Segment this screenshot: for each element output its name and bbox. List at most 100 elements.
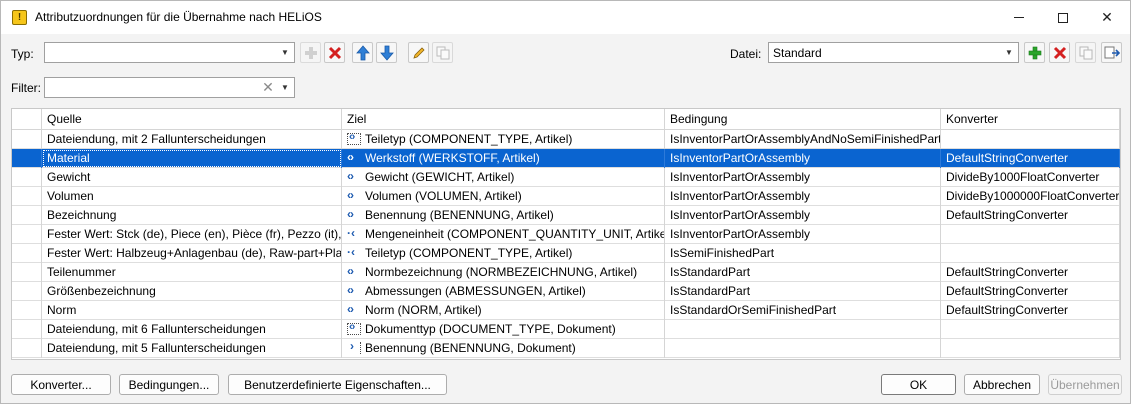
- cell-ziel[interactable]: Werkstoff (WERKSTOFF, Artikel): [342, 149, 665, 168]
- cell-ziel[interactable]: Volumen (VOLUMEN, Artikel): [342, 187, 665, 206]
- table-row[interactable]: Gewicht Gewicht (GEWICHT, Artikel) IsInven…: [12, 168, 1120, 187]
- table-row[interactable]: Fester Wert: Halbzeug+Anlagenbau (de), R…: [12, 244, 1120, 263]
- ok-button[interactable]: OK: [881, 374, 956, 395]
- column-header-quelle[interactable]: Quelle: [42, 109, 342, 130]
- cell-ziel[interactable]: Teiletyp (COMPONENT_TYPE, Artikel): [342, 130, 665, 149]
- cell-konverter[interactable]: [941, 320, 1120, 339]
- row-header-cell[interactable]: [12, 263, 42, 282]
- table-row[interactable]: Teilenummer Normbezeichnung (NORMBEZEICHN…: [12, 263, 1120, 282]
- chevron-down-icon[interactable]: ▼: [278, 80, 292, 95]
- minimize-button[interactable]: [996, 1, 1042, 34]
- table-row[interactable]: Dateiendung, mit 5 Fallunterscheidungen B…: [12, 339, 1120, 358]
- row-header-cell[interactable]: [12, 301, 42, 320]
- cell-bedingung[interactable]: IsStandardOrSemiFinishedPart: [665, 301, 941, 320]
- konverter-button[interactable]: Konverter...: [11, 374, 111, 395]
- column-header-bedingung[interactable]: Bedingung: [665, 109, 941, 130]
- cell-konverter[interactable]: DefaultStringConverter: [941, 282, 1120, 301]
- cell-bedingung[interactable]: [665, 320, 941, 339]
- cell-quelle[interactable]: Teilenummer: [42, 263, 342, 282]
- row-header-cell[interactable]: [12, 130, 42, 149]
- cell-ziel[interactable]: Abmessungen (ABMESSUNGEN, Artikel): [342, 282, 665, 301]
- datei-add-button[interactable]: [1024, 42, 1045, 63]
- cell-quelle[interactable]: Norm: [42, 301, 342, 320]
- delete-button[interactable]: [324, 42, 345, 63]
- cell-bedingung[interactable]: IsStandardPart: [665, 282, 941, 301]
- row-header-cell[interactable]: [12, 282, 42, 301]
- datei-delete-button[interactable]: [1049, 42, 1070, 63]
- cell-bedingung[interactable]: IsStandardPart: [665, 263, 941, 282]
- cell-quelle[interactable]: Dateiendung, mit 6 Fallunterscheidungen: [42, 320, 342, 339]
- column-header-konverter[interactable]: Konverter: [941, 109, 1120, 130]
- chevron-down-icon[interactable]: ▼: [1002, 45, 1016, 60]
- cell-konverter[interactable]: DivideBy1000FloatConverter: [941, 168, 1120, 187]
- table-row[interactable]: Norm Norm (NORM, Artikel) IsStandardOrSemi…: [12, 301, 1120, 320]
- cell-konverter[interactable]: [941, 244, 1120, 263]
- table-row[interactable]: Größenbezeichnung Abmessungen (ABMESSUNGE…: [12, 282, 1120, 301]
- cell-bedingung[interactable]: IsInventorPartOrAssembly: [665, 187, 941, 206]
- cell-quelle[interactable]: Dateiendung, mit 2 Fallunterscheidungen: [42, 130, 342, 149]
- datei-combobox[interactable]: Standard ▼: [768, 42, 1019, 63]
- cell-quelle[interactable]: Gewicht: [42, 168, 342, 187]
- table-row[interactable]: Dateiendung, mit 2 Fallunterscheidungen T…: [12, 130, 1120, 149]
- close-button[interactable]: ✕: [1084, 1, 1130, 34]
- add-button[interactable]: [300, 42, 321, 63]
- edit-button[interactable]: [408, 42, 429, 63]
- table-row[interactable]: Volumen Volumen (VOLUMEN, Artikel) IsInven…: [12, 187, 1120, 206]
- custom-properties-button[interactable]: Benutzerdefinierte Eigenschaften...: [228, 374, 447, 395]
- row-header-cell[interactable]: [12, 339, 42, 358]
- table-row[interactable]: Fester Wert: Stck (de), Piece (en), Pièc…: [12, 225, 1120, 244]
- cell-ziel[interactable]: Teiletyp (COMPONENT_TYPE, Artikel): [342, 244, 665, 263]
- cell-bedingung[interactable]: IsInventorPartOrAssemblyAndNoSemiFinishe…: [665, 130, 941, 149]
- typ-combobox[interactable]: ▼: [44, 42, 295, 63]
- row-header-cell[interactable]: [12, 320, 42, 339]
- cell-konverter[interactable]: [941, 225, 1120, 244]
- cell-bedingung[interactable]: IsInventorPartOrAssembly: [665, 168, 941, 187]
- cell-quelle[interactable]: Volumen: [42, 187, 342, 206]
- cancel-button[interactable]: Abbrechen: [964, 374, 1040, 395]
- cell-quelle[interactable]: Dateiendung, mit 5 Fallunterscheidungen: [42, 339, 342, 358]
- datei-copy-button[interactable]: [1075, 42, 1096, 63]
- copy-button[interactable]: [432, 42, 453, 63]
- cell-quelle[interactable]: Bezeichnung: [42, 206, 342, 225]
- cell-ziel[interactable]: Benennung (BENENNUNG, Dokument): [342, 339, 665, 358]
- chevron-down-icon[interactable]: ▼: [278, 45, 292, 60]
- table-row[interactable]: Material Werkstoff (WERKSTOFF, Artikel) Is…: [12, 149, 1120, 168]
- move-up-button[interactable]: [352, 42, 373, 63]
- cell-bedingung[interactable]: IsInventorPartOrAssembly: [665, 225, 941, 244]
- table-row[interactable]: Bezeichnung Benennung (BENENNUNG, Artikel…: [12, 206, 1120, 225]
- datei-export-button[interactable]: [1101, 42, 1122, 63]
- cell-konverter[interactable]: DefaultStringConverter: [941, 263, 1120, 282]
- cell-bedingung[interactable]: IsInventorPartOrAssembly: [665, 206, 941, 225]
- cell-quelle[interactable]: Größenbezeichnung: [42, 282, 342, 301]
- cell-ziel[interactable]: Gewicht (GEWICHT, Artikel): [342, 168, 665, 187]
- table-row[interactable]: Dateiendung, mit 6 Fallunterscheidungen D…: [12, 320, 1120, 339]
- row-header-cell[interactable]: [12, 149, 42, 168]
- maximize-button[interactable]: [1040, 1, 1086, 34]
- cell-quelle[interactable]: Fester Wert: Stck (de), Piece (en), Pièc…: [42, 225, 342, 244]
- cell-ziel[interactable]: Dokumenttyp (DOCUMENT_TYPE, Dokument): [342, 320, 665, 339]
- cell-konverter[interactable]: DivideBy1000000FloatConverter: [941, 187, 1120, 206]
- cell-bedingung[interactable]: [665, 339, 941, 358]
- column-header-ziel[interactable]: Ziel: [342, 109, 665, 130]
- cell-ziel[interactable]: Mengeneinheit (COMPONENT_QUANTITY_UNIT, …: [342, 225, 665, 244]
- clear-icon[interactable]: ✕: [261, 79, 275, 96]
- cell-quelle[interactable]: Material: [42, 149, 342, 168]
- row-header-cell[interactable]: [12, 187, 42, 206]
- cell-ziel[interactable]: Benennung (BENENNUNG, Artikel): [342, 206, 665, 225]
- row-header-cell[interactable]: [12, 244, 42, 263]
- cell-bedingung[interactable]: IsSemiFinishedPart: [665, 244, 941, 263]
- cell-konverter[interactable]: [941, 339, 1120, 358]
- cell-konverter[interactable]: [941, 130, 1120, 149]
- row-header-cell[interactable]: [12, 225, 42, 244]
- row-header-cell[interactable]: [12, 168, 42, 187]
- cell-ziel[interactable]: Normbezeichnung (NORMBEZEICHNUNG, Artike…: [342, 263, 665, 282]
- filter-combobox[interactable]: ✕ ▼: [44, 77, 295, 98]
- cell-konverter[interactable]: DefaultStringConverter: [941, 206, 1120, 225]
- cell-ziel[interactable]: Norm (NORM, Artikel): [342, 301, 665, 320]
- cell-bedingung[interactable]: IsInventorPartOrAssembly: [665, 149, 941, 168]
- bedingungen-button[interactable]: Bedingungen...: [119, 374, 219, 395]
- move-down-button[interactable]: [376, 42, 397, 63]
- apply-button[interactable]: Übernehmen: [1048, 374, 1122, 395]
- row-header-cell[interactable]: [12, 206, 42, 225]
- mapping-grid[interactable]: Quelle Ziel Bedingung Konverter Dateiend…: [11, 108, 1121, 360]
